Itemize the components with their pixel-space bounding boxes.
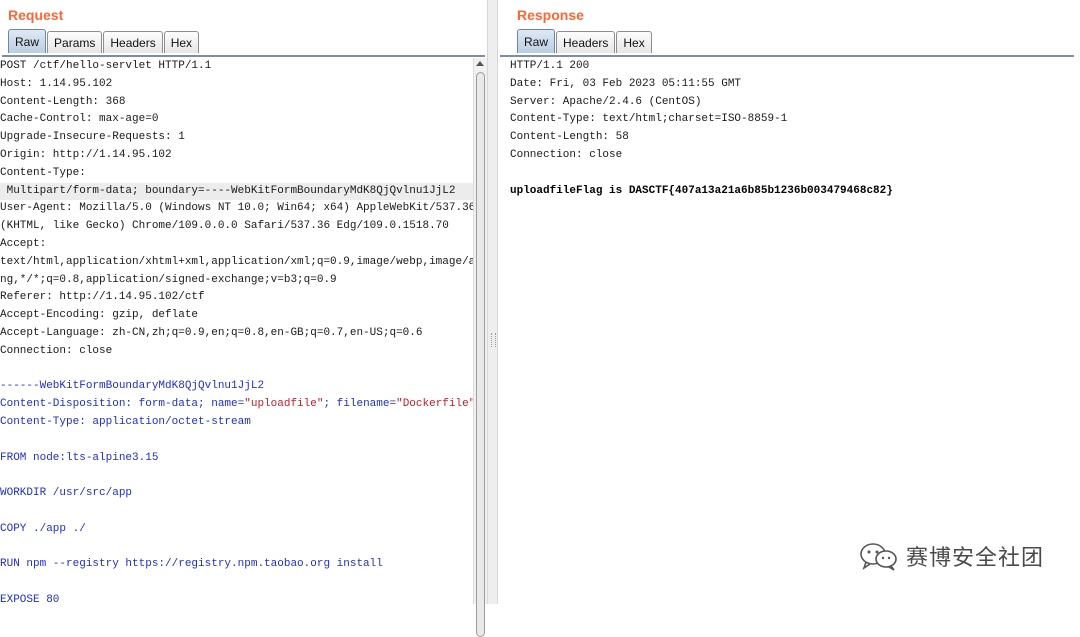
request-line: POST /ctf/hello-servlet HTTP/1.1 [0, 58, 473, 76]
request-line-text: ; filename= [323, 398, 397, 411]
scroll-up-arrow-icon[interactable] [476, 61, 484, 66]
request-raw-editor[interactable]: POST /ctf/hello-servlet HTTP/1.1 Host: 1.… [0, 58, 473, 604]
request-tab-bar: Raw Params Headers Hex [8, 29, 200, 53]
request-line-text: FROM node:lts-alpine3.15 [0, 451, 159, 464]
request-line [0, 467, 473, 485]
splitter-grip-icon[interactable] [491, 333, 496, 347]
request-line-text: ------WebKitFormBoundaryMdK8QjQvlnu1JjL2 [0, 380, 265, 393]
request-line [0, 539, 473, 557]
request-line-text: "Dockerfile" [396, 398, 473, 411]
request-line-text: Upgrade-Insecure-Requests: 1 [0, 131, 185, 144]
request-line-text: Accept-Language: zh-CN,zh;q=0.9,en;q=0.8… [0, 326, 423, 339]
request-line-text: RUN npm --registry https://registry.npm.… [0, 558, 383, 571]
request-line-text: Accept-Encoding: gzip, deflate [0, 309, 199, 322]
request-line: Accept: [0, 236, 473, 254]
response-raw-viewer[interactable]: HTTP/1.1 200 Date: Fri, 03 Feb 2023 05:11… [510, 58, 1078, 604]
response-line: Connection: close [510, 147, 1078, 165]
watermark: 赛博安全社团 [858, 540, 1044, 572]
request-line-text: Cache-Control: max-age=0 [0, 113, 159, 126]
request-line: Host: 1.14.95.102 [0, 76, 473, 94]
request-line-text: EXPOSE 80 [0, 593, 60, 604]
request-title: Request [8, 7, 64, 23]
request-line-text: Host: 1.14.95.102 [0, 77, 113, 90]
response-tab-hex[interactable]: Hex [616, 31, 652, 53]
request-line-text: Content-Type: application/octet-stream [0, 415, 251, 428]
response-line: Date: Fri, 03 Feb 2023 05:11:55 GMT [510, 76, 1078, 94]
request-line: Multipart/form-data; boundary=----WebKit… [0, 182, 473, 201]
request-line-text: Multipart/form-data; boundary=----WebKit… [0, 184, 456, 197]
request-line: Origin: http://1.14.95.102 [0, 147, 473, 165]
request-line [0, 361, 473, 379]
request-line: Content-Type: [0, 165, 473, 183]
response-line-text: Server: Apache/2.4.6 (CentOS) [510, 95, 702, 108]
request-tab-underline [2, 55, 485, 57]
request-line-text: text/html,application/xhtml+xml,applicat… [0, 255, 473, 268]
response-line: Server: Apache/2.4.6 (CentOS) [510, 94, 1078, 112]
request-scrollbar[interactable] [473, 58, 487, 637]
request-line: Accept-Encoding: gzip, deflate [0, 307, 473, 325]
request-line-text: Content-Length: 368 [0, 95, 126, 108]
scrollbar-thumb[interactable] [476, 72, 485, 637]
request-line: Content-Length: 368 [0, 94, 473, 112]
response-line: HTTP/1.1 200 [510, 58, 1078, 76]
response-line-text: Content-Length: 58 [510, 131, 629, 144]
request-line: Content-Disposition: form-data; name="up… [0, 396, 473, 414]
request-line-text: Content-Type: [0, 166, 86, 179]
wechat-icon [860, 543, 897, 571]
response-line-text: Content-Type: text/html;charset=ISO-8859… [510, 113, 788, 126]
request-line: RUN npm --registry https://registry.npm.… [0, 556, 473, 574]
response-tab-bar: Raw Headers Hex [517, 29, 652, 53]
request-pane: Request Raw Params Headers Hex POST /ctf/he… [0, 0, 487, 637]
request-line: (KHTML, like Gecko) Chrome/109.0.0.0 Saf… [0, 218, 473, 236]
request-line: ng,*/*;q=0.8,application/signed-exchange… [0, 272, 473, 290]
response-tab-headers[interactable]: Headers [556, 31, 616, 53]
response-line: uploadfileFlag is DASCTF{407a13a21a6b85b… [510, 183, 1078, 201]
request-line [0, 503, 473, 521]
request-line-text: (KHTML, like Gecko) Chrome/109.0.0.0 Saf… [0, 220, 449, 233]
request-line-text: Referer: http://1.14.95.102/ctf [0, 291, 205, 304]
request-line: Upgrade-Insecure-Requests: 1 [0, 129, 473, 147]
request-line [0, 432, 473, 450]
response-line-text: HTTP/1.1 200 [510, 60, 590, 72]
response-tab-underline [500, 55, 1074, 57]
request-line: FROM node:lts-alpine3.15 [0, 450, 473, 468]
request-line-text: Accept: [0, 237, 47, 250]
response-line-text: Connection: close [510, 148, 623, 161]
response-title: Response [517, 7, 584, 23]
request-line [0, 574, 473, 592]
request-tab-headers[interactable]: Headers [103, 31, 163, 53]
request-line-text: COPY ./app ./ [0, 522, 86, 535]
request-line-text: Origin: http://1.14.95.102 [0, 148, 172, 161]
request-tab-params[interactable]: Params [47, 31, 103, 53]
response-line-text: Date: Fri, 03 Feb 2023 05:11:55 GMT [510, 77, 742, 90]
request-line-text: Content-Disposition: form-data; name= [0, 398, 245, 411]
request-line-text: WORKDIR /usr/src/app [0, 487, 133, 500]
request-line-text: Connection: close [0, 344, 113, 357]
request-line: ------WebKitFormBoundaryMdK8QjQvlnu1JjL2 [0, 378, 473, 396]
request-tab-hex[interactable]: Hex [163, 31, 200, 53]
response-pane: Response Raw Headers Hex HTTP/1.1 200 Date:… [498, 0, 1080, 604]
request-line: WORKDIR /usr/src/app [0, 485, 473, 503]
request-line: Referer: http://1.14.95.102/ctf [0, 289, 473, 307]
response-tab-raw[interactable]: Raw [517, 29, 556, 53]
request-line: text/html,application/xhtml+xml,applicat… [0, 254, 473, 272]
request-line-text: "uploadfile" [244, 398, 324, 411]
request-line: EXPOSE 80 [0, 592, 473, 604]
response-line [510, 165, 1078, 183]
watermark-text: 赛博安全社团 [905, 546, 1044, 571]
request-line: Cache-Control: max-age=0 [0, 111, 473, 129]
request-line-text: POST /ctf/hello-servlet HTTP/1.1 [0, 60, 212, 72]
request-line-text: ng,*/*;q=0.8,application/signed-exchange… [0, 273, 337, 286]
response-line: Content-Length: 58 [510, 129, 1078, 147]
pane-splitter[interactable] [487, 0, 498, 604]
request-line: Accept-Language: zh-CN,zh;q=0.9,en;q=0.8… [0, 325, 473, 343]
response-line-text: uploadfileFlag is DASCTF{407a13a21a6b85b… [510, 184, 893, 197]
request-tab-raw[interactable]: Raw [8, 29, 47, 53]
request-line: User-Agent: Mozilla/5.0 (Windows NT 10.0… [0, 200, 473, 218]
request-line: Content-Type: application/octet-stream [0, 414, 473, 432]
request-line: Connection: close [0, 343, 473, 361]
response-line: Content-Type: text/html;charset=ISO-8859… [510, 111, 1078, 129]
request-line-text: User-Agent: Mozilla/5.0 (Windows NT 10.0… [0, 202, 473, 215]
request-line: COPY ./app ./ [0, 521, 473, 539]
